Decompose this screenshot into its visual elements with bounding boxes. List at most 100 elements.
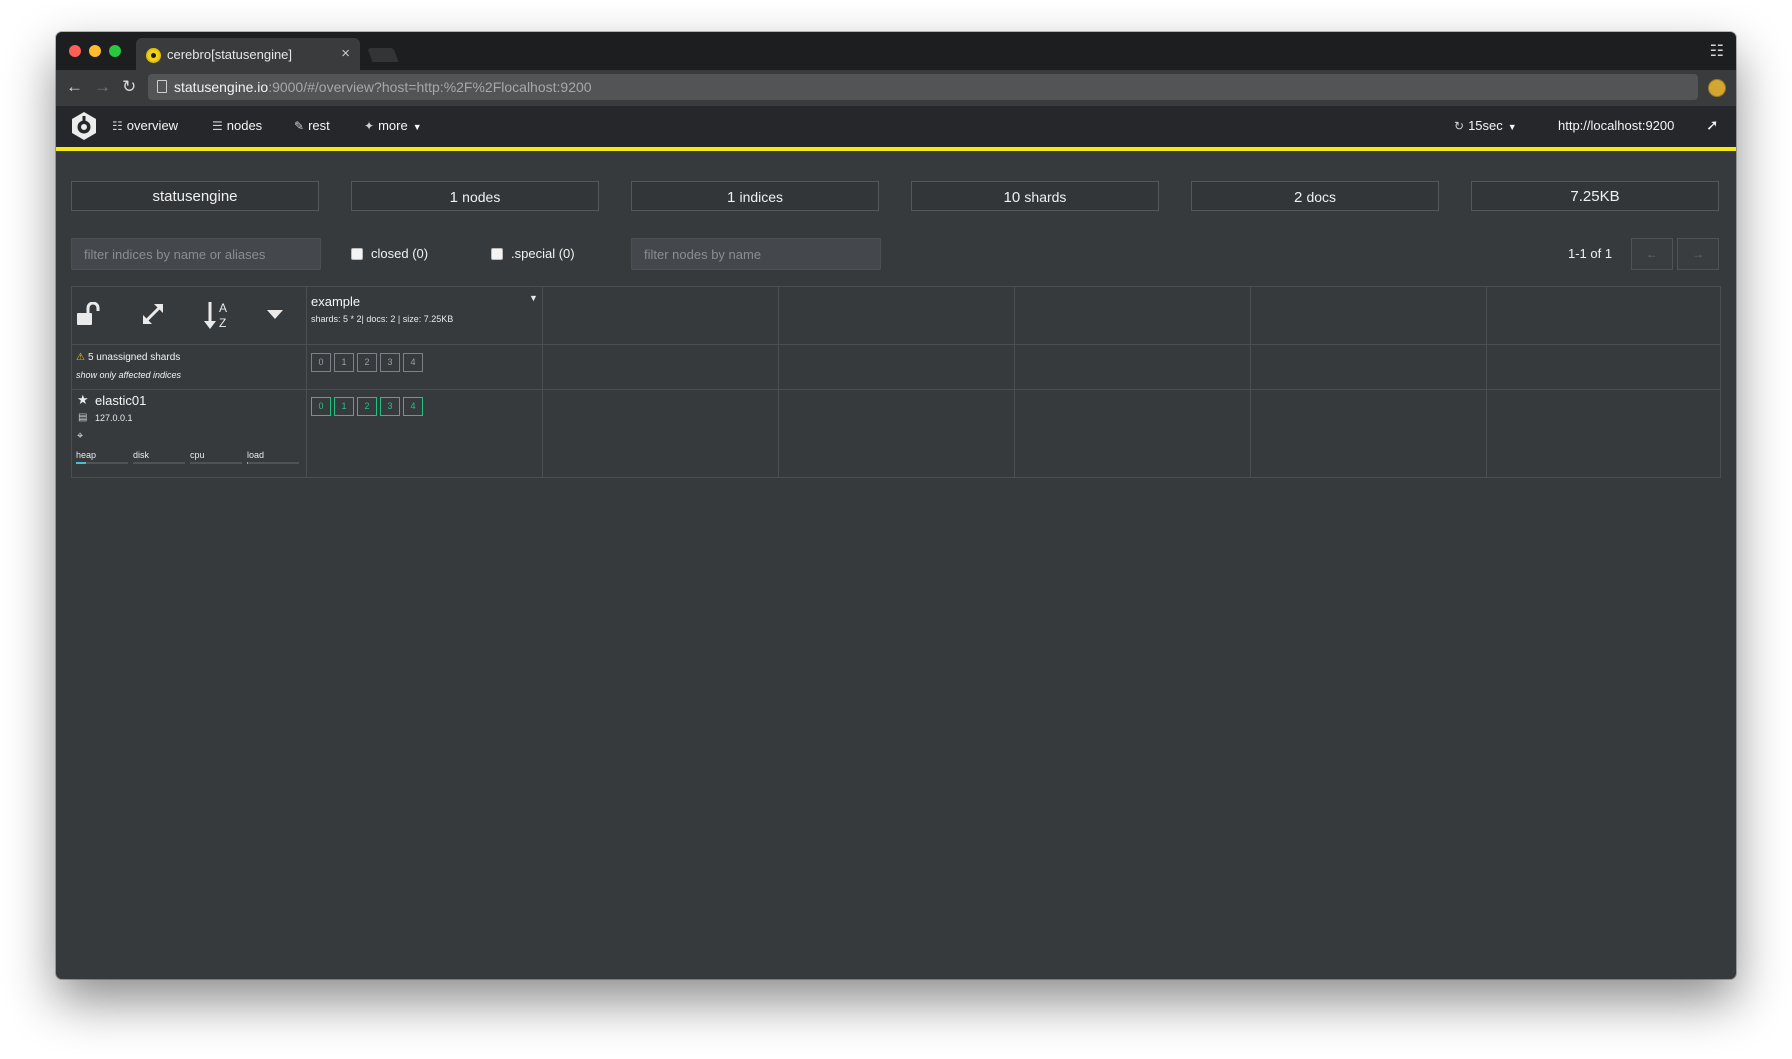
table-border xyxy=(71,286,72,478)
table-border xyxy=(71,477,1721,478)
indices-unit: indices xyxy=(739,189,784,205)
url-path: :9000/#/overview?host=http:%2F%2Flocalho… xyxy=(268,79,592,95)
table-border xyxy=(542,286,543,478)
cerebro-logo-icon[interactable] xyxy=(69,111,99,141)
filter-nodes-input[interactable]: filter nodes by name xyxy=(631,238,881,270)
sort-alpha-icon[interactable]: A Z xyxy=(204,300,232,330)
started-shard[interactable]: 2 xyxy=(357,397,377,416)
table-border xyxy=(778,286,779,478)
unassigned-shard[interactable]: 4 xyxy=(403,353,423,372)
indices-count: 1 xyxy=(726,189,736,206)
svg-text:A: A xyxy=(219,301,227,315)
nav-overview-label: overview xyxy=(126,118,179,133)
size-stat: 7.25KB xyxy=(1471,181,1719,211)
expand-icon[interactable] xyxy=(141,302,165,326)
nodes-count: 1 xyxy=(449,189,458,206)
nodes-stat: 1 nodes xyxy=(351,181,599,211)
heap-label: heap xyxy=(76,450,97,460)
shards-count: 10 xyxy=(1003,189,1021,206)
overview-table: A Z example shards: 5 * 2| docs: 2 | siz… xyxy=(71,286,1721,478)
nav-rest-label: rest xyxy=(308,118,330,133)
tab-close-icon[interactable]: × xyxy=(341,45,350,62)
table-border xyxy=(306,286,307,478)
tab-title: cerebro[statusengine] xyxy=(167,47,293,62)
cluster-name: statusengine xyxy=(152,188,238,205)
reload-icon[interactable]: ↻ xyxy=(122,77,136,97)
extension-icon[interactable] xyxy=(1708,79,1726,97)
heap-bar xyxy=(76,462,128,464)
maximize-window-button[interactable] xyxy=(109,45,121,57)
started-shard[interactable]: 0 xyxy=(311,397,331,416)
node-ip: 127.0.0.1 xyxy=(95,413,133,423)
master-star-icon: ★ xyxy=(77,392,89,407)
refresh-interval-label: 15sec xyxy=(1468,118,1503,133)
plug-disconnect-icon[interactable]: ➚ xyxy=(1706,116,1719,134)
minimize-window-button[interactable] xyxy=(89,45,101,57)
cluster-name-stat: statusengine xyxy=(71,181,319,211)
prev-page-button[interactable]: ← xyxy=(1631,238,1673,270)
url-field[interactable]: statusengine.io:9000/#/overview?host=htt… xyxy=(148,74,1698,100)
forward-arrow-icon[interactable]: → xyxy=(94,77,111,97)
unassigned-shard[interactable]: 0 xyxy=(311,353,331,372)
title-bar: cerebro[statusengine] × ☷ xyxy=(56,32,1736,70)
table-border xyxy=(1250,286,1251,478)
refresh-icon: ↻ xyxy=(1454,119,1465,133)
magic-wand-icon: ✦ xyxy=(364,119,375,133)
closed-indices-label: closed (0) xyxy=(371,246,429,261)
cpu-bar xyxy=(190,462,242,464)
page-info-icon[interactable] xyxy=(157,80,167,93)
browser-window: cerebro[statusengine] × ☷ ← → ↻ statusen… xyxy=(56,32,1736,979)
unassigned-shard[interactable]: 1 xyxy=(334,353,354,372)
close-window-button[interactable] xyxy=(69,45,81,57)
indices-stat: 1 indices xyxy=(631,181,879,211)
index-name[interactable]: example xyxy=(311,294,360,309)
address-bar: ← → ↻ statusengine.io:9000/#/overview?ho… xyxy=(56,70,1736,106)
unlock-icon[interactable] xyxy=(76,302,102,326)
sitemap-icon: ☷ xyxy=(112,119,123,133)
nav-more-dropdown[interactable]: ✦ more ▼ xyxy=(364,118,422,133)
started-shard[interactable]: 3 xyxy=(380,397,400,416)
new-tab-button[interactable] xyxy=(367,48,399,62)
list-icon: ☰ xyxy=(212,119,223,133)
nav-nodes[interactable]: ☰ nodes xyxy=(212,118,262,133)
special-indices-checkbox[interactable] xyxy=(491,248,503,260)
cerebro-favicon-icon xyxy=(146,48,161,63)
node-name[interactable]: elastic01 xyxy=(95,393,146,408)
chevron-down-icon: ▼ xyxy=(1507,122,1517,132)
table-border xyxy=(71,286,1721,287)
index-actions-caret-icon[interactable]: ▼ xyxy=(529,293,538,303)
started-shard[interactable]: 4 xyxy=(403,397,423,416)
refresh-interval-dropdown[interactable]: ↻ 15sec ▼ xyxy=(1454,118,1517,133)
caret-down-icon[interactable] xyxy=(267,310,283,320)
filter-indices-input[interactable]: filter indices by name or aliases xyxy=(71,238,321,270)
unassigned-shard[interactable]: 3 xyxy=(380,353,400,372)
svg-text:Z: Z xyxy=(219,316,226,330)
load-label: load xyxy=(247,450,265,460)
table-border xyxy=(1486,286,1487,478)
show-affected-indices-link[interactable]: show only affected indices xyxy=(76,370,181,380)
browser-tab[interactable]: cerebro[statusengine] × xyxy=(136,38,360,70)
special-indices-label: .special (0) xyxy=(511,246,575,261)
back-arrow-icon[interactable]: ← xyxy=(66,77,83,97)
nodes-unit: nodes xyxy=(462,189,501,205)
next-page-button[interactable]: → xyxy=(1677,238,1719,270)
nav-rest[interactable]: ✎ rest xyxy=(294,118,330,133)
started-shard[interactable]: 1 xyxy=(334,397,354,416)
disk-label: disk xyxy=(133,450,150,460)
load-bar-fill xyxy=(247,462,249,464)
chevron-down-icon: ▼ xyxy=(412,122,422,132)
unassigned-shards-text: 5 unassigned shards xyxy=(87,352,181,363)
size-value: 7.25KB xyxy=(1570,188,1620,205)
table-border xyxy=(1720,286,1721,478)
heap-bar-fill xyxy=(76,462,87,464)
docs-unit: docs xyxy=(1306,189,1337,205)
closed-indices-checkbox[interactable] xyxy=(351,248,363,260)
url-text[interactable]: statusengine.io:9000/#/overview?host=htt… xyxy=(174,79,592,95)
nav-overview[interactable]: ☷ overview xyxy=(112,118,178,133)
unassigned-shard[interactable]: 2 xyxy=(357,353,377,372)
app-navbar: ☷ overview ☰ nodes ✎ rest ✦ more ▼ ↻ 15sec ▼ ht… xyxy=(56,106,1736,151)
table-border xyxy=(71,389,1721,390)
server-icon: ▤ xyxy=(78,412,88,423)
connected-host-link[interactable]: http://localhost:9200 xyxy=(1558,118,1674,133)
docs-stat: 2 docs xyxy=(1191,181,1439,211)
